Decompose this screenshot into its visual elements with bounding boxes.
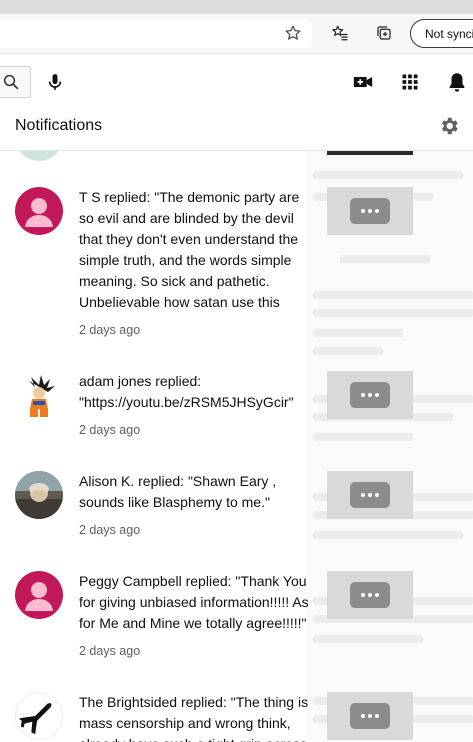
notification-text: Peggy Campbell replied: "Thank You for g…	[79, 573, 309, 631]
site-header	[0, 55, 473, 107]
thumbnail[interactable]	[327, 187, 413, 235]
star-icon[interactable]	[282, 22, 304, 44]
notification-time: 2 days ago	[79, 423, 141, 437]
collections-icon[interactable]	[373, 22, 395, 44]
notification-text: adam jones replied: "https://youtu.be/zR…	[79, 373, 294, 410]
sync-button[interactable]: Not syncing	[410, 19, 473, 48]
apps-grid-icon[interactable]	[397, 69, 423, 95]
more-options-icon	[350, 382, 390, 408]
avatar	[15, 187, 63, 235]
thumbnail[interactable]	[327, 692, 413, 740]
notifications-header: Notifications	[0, 107, 473, 151]
airplane-icon	[18, 703, 52, 735]
create-video-icon[interactable]	[350, 69, 376, 95]
favorites-icon[interactable]	[329, 22, 351, 44]
notification-item[interactable]: adam jones replied: "https://youtu.be/zR…	[0, 371, 473, 451]
notifications-title: Notifications	[15, 117, 103, 134]
bell-icon[interactable]	[444, 69, 470, 95]
mic-icon[interactable]	[40, 67, 70, 97]
search-button[interactable]	[0, 66, 31, 98]
more-options-icon	[350, 198, 390, 224]
avatar	[15, 571, 63, 619]
notification-time: 2 days ago	[79, 644, 141, 658]
search-icon	[3, 74, 18, 90]
avatar	[15, 371, 63, 419]
notification-item[interactable]: T S replied: "The demonic party are so e…	[0, 187, 473, 347]
more-options-icon	[350, 482, 390, 508]
browser-tab-strip	[0, 0, 473, 14]
thumbnail[interactable]	[327, 371, 413, 419]
notifications-list: T S replied: "The demonic party are so e…	[0, 151, 473, 742]
notification-item[interactable]: Peggy Campbell replied: "Thank You for g…	[0, 571, 473, 671]
notification-text: The Brightsided replied: "The thing is m…	[79, 694, 309, 742]
more-options-icon	[350, 703, 390, 729]
screen: Not syncing	[0, 0, 473, 742]
notification-item[interactable]: The Brightsided replied: "The thing is m…	[0, 692, 473, 742]
notifications-panel: Notifications T S replied: "The demonic …	[0, 107, 473, 742]
thumbnail[interactable]	[327, 571, 413, 619]
thumbnail[interactable]	[327, 471, 413, 519]
sync-label: Not syncing	[425, 26, 473, 41]
notification-text: T S replied: "The demonic party are so e…	[79, 189, 300, 310]
more-options-icon	[350, 582, 390, 608]
notification-item[interactable]: Alison K. replied: "Shawn Eary , sounds …	[0, 471, 473, 551]
thumbnail	[327, 151, 413, 155]
notification-time: 2 days ago	[79, 323, 141, 337]
avatar	[15, 471, 63, 519]
browser-toolbar: Not syncing	[0, 14, 473, 54]
notification-text: Alison K. replied: "Shawn Eary , sounds …	[79, 473, 277, 510]
notification-time: 2 days ago	[79, 523, 141, 537]
address-bar[interactable]	[0, 20, 312, 48]
avatar	[15, 692, 63, 740]
gear-icon[interactable]	[437, 114, 461, 138]
